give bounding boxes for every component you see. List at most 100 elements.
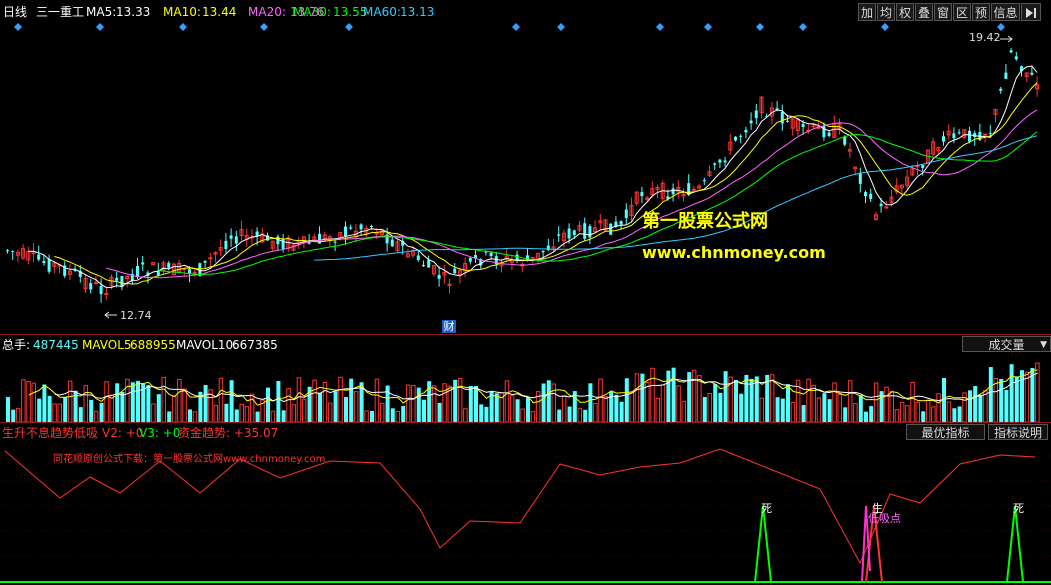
- candle-body: [718, 159, 722, 163]
- volume-total-label: 总手:: [2, 338, 31, 352]
- candle-body: [47, 258, 51, 272]
- volume-bar: [224, 403, 229, 422]
- ma10-value: 13.44: [202, 5, 237, 19]
- candle-body: [349, 227, 353, 229]
- toolbar-range-button[interactable]: 区: [953, 3, 971, 21]
- volume-chart[interactable]: [0, 352, 1051, 422]
- volume-bar: [115, 383, 120, 422]
- volume-bar: [546, 380, 551, 422]
- candle-body: [6, 250, 9, 252]
- candle-body: [780, 111, 784, 124]
- event-diamond-icon: [997, 23, 1005, 31]
- volume-bar: [660, 384, 666, 422]
- toolbar-rights-button[interactable]: 权: [896, 3, 914, 21]
- candle-body: [427, 259, 431, 268]
- volume-bar: [37, 398, 42, 422]
- toolbar-forecast-button[interactable]: 预: [972, 3, 990, 21]
- indicator-help-button[interactable]: 指标说明: [988, 424, 1048, 440]
- candle-body: [422, 264, 425, 267]
- candle-body: [864, 192, 867, 197]
- price-chart[interactable]: [0, 22, 1051, 335]
- event-diamond-icon: [799, 23, 807, 31]
- volume-indicator-select[interactable]: 成交量 ▼: [962, 336, 1051, 352]
- volume-bar: [286, 388, 291, 422]
- volume-bar: [910, 381, 915, 422]
- candle-body: [609, 223, 613, 235]
- volume-bar: [999, 379, 1004, 422]
- candle-body: [588, 226, 592, 238]
- candle-body: [583, 223, 587, 239]
- volume-bar: [671, 367, 676, 422]
- candle-body: [188, 269, 191, 274]
- volume-bar: [509, 395, 515, 422]
- volume-bar: [884, 386, 889, 422]
- ma20-label: MA20:: [248, 5, 286, 19]
- candle-body: [468, 257, 472, 262]
- volume-bar: [479, 404, 484, 422]
- volume-bar: [474, 386, 478, 422]
- volume-bar: [312, 379, 317, 422]
- volume-bar: [67, 380, 73, 422]
- candle-body: [734, 136, 737, 141]
- finance-marker[interactable]: 财: [442, 320, 456, 333]
- volume-bar: [327, 402, 333, 422]
- candle-body: [999, 88, 1003, 91]
- event-diamond-icon: [704, 23, 712, 31]
- volume-bar: [255, 411, 260, 422]
- volume-bar: [218, 377, 224, 422]
- toolbar-add-button[interactable]: 加: [858, 3, 876, 21]
- death-signal-spike: [1006, 505, 1024, 583]
- volume-bar: [629, 391, 634, 422]
- volume-bar: [89, 399, 94, 422]
- volume-bar: [167, 411, 172, 422]
- candle-body: [1004, 72, 1008, 79]
- volume-bar: [416, 387, 421, 422]
- event-diamond-icon: [557, 23, 565, 31]
- toolbar-info-button[interactable]: 信息: [991, 3, 1020, 21]
- arrow-right-bar-icon[interactable]: [1021, 3, 1041, 21]
- candle-body: [224, 240, 228, 250]
- candle-body: [640, 192, 644, 197]
- candle-body: [858, 173, 862, 184]
- candle-body: [370, 225, 373, 227]
- volume-bar: [873, 382, 879, 422]
- volume-bar: [905, 405, 910, 422]
- volume-bar: [557, 409, 562, 422]
- toolbar-overlay-button[interactable]: 叠: [915, 3, 933, 21]
- volume-bar: [78, 407, 83, 422]
- volume-bar: [790, 401, 796, 422]
- high-arrow-icon: [1000, 35, 1013, 43]
- volume-bar: [63, 397, 68, 422]
- candle-body: [843, 136, 847, 145]
- volume-header: 总手: 487445 MAVOL5: 688955 MAVOL10: 66738…: [0, 336, 1051, 352]
- volume-bar: [744, 374, 749, 422]
- candle-body: [1030, 72, 1034, 75]
- volume-bar: [1024, 371, 1030, 422]
- volume-bar: [203, 385, 208, 422]
- volume-bar: [422, 399, 426, 422]
- volume-bar: [583, 409, 588, 422]
- volume-bar: [188, 409, 192, 422]
- volume-bar: [593, 402, 598, 422]
- best-indicator-button[interactable]: 最优指标: [906, 424, 985, 440]
- volume-bar: [468, 386, 473, 422]
- volume-bar: [11, 409, 16, 422]
- volume-bar: [978, 394, 983, 422]
- ma20-line: [106, 109, 1038, 279]
- volume-bar: [364, 410, 369, 422]
- volume-bar: [93, 410, 99, 422]
- volume-bar: [213, 404, 218, 422]
- volume-bar: [567, 406, 572, 422]
- ma5-label: MA5:: [86, 5, 117, 19]
- candle-body: [983, 133, 988, 136]
- volume-bar: [681, 400, 686, 422]
- candle-body: [89, 283, 93, 290]
- toolbar-window-button[interactable]: 窗: [934, 3, 952, 21]
- volume-bar: [666, 370, 671, 422]
- candle-body: [99, 286, 103, 295]
- candle-body: [557, 234, 561, 236]
- volume-bar: [379, 402, 385, 422]
- toolbar-average-button[interactable]: 均: [877, 3, 895, 21]
- period-label[interactable]: 日线: [3, 5, 27, 19]
- candle-body: [801, 123, 805, 127]
